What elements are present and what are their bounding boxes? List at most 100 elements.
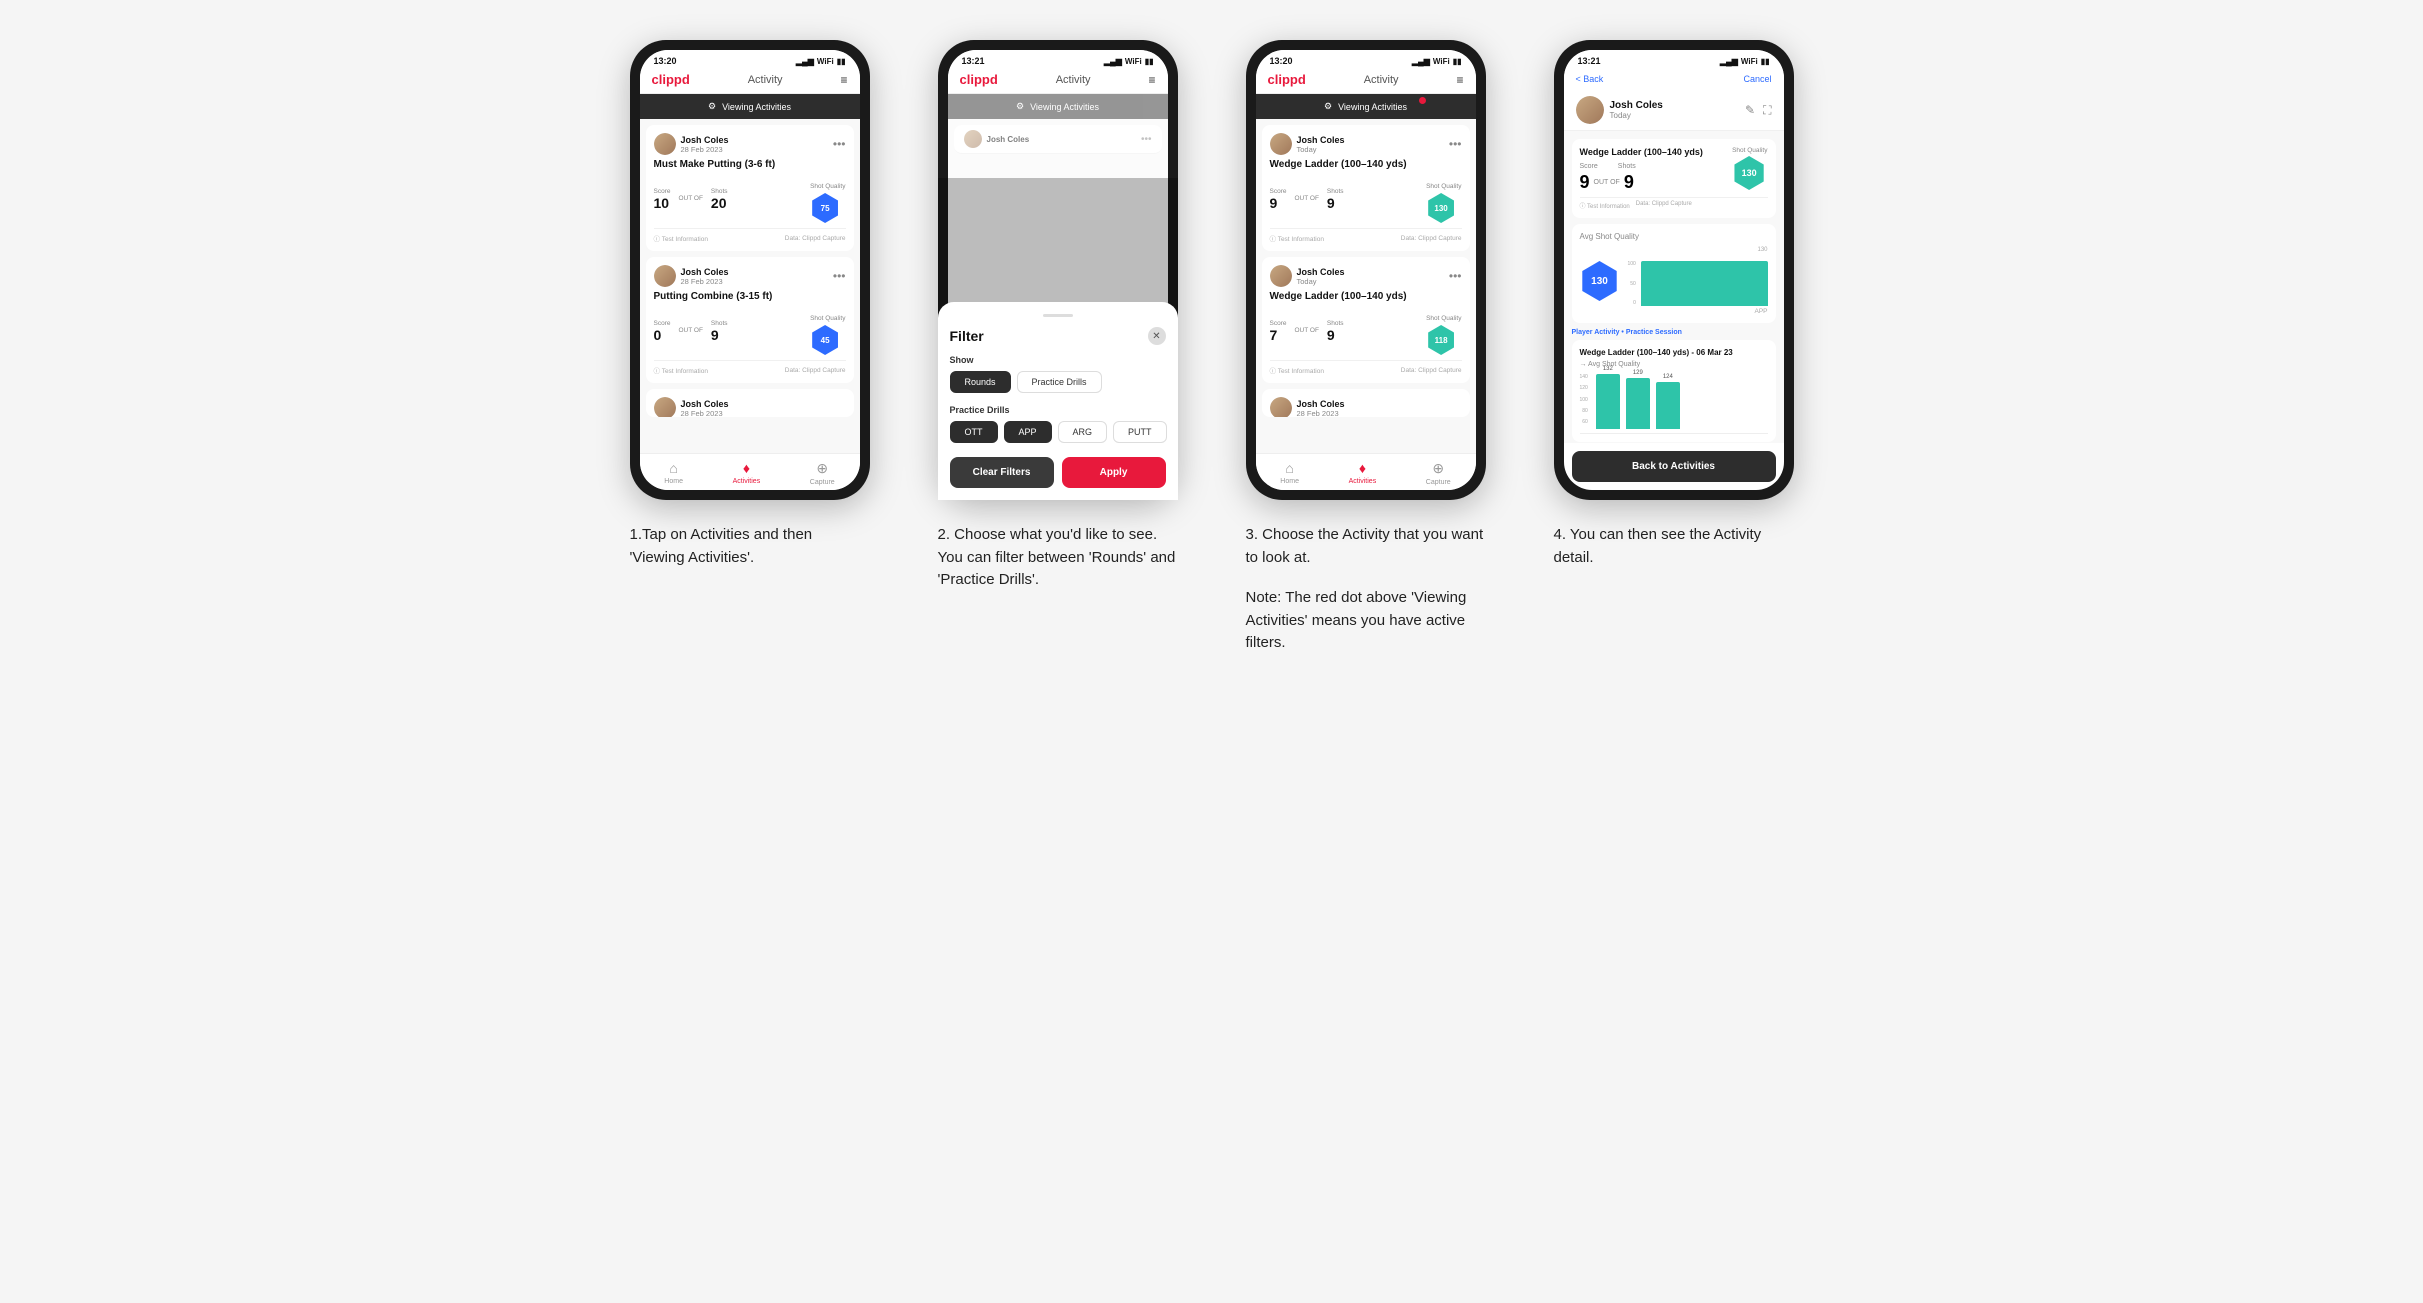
activity-item-1-1[interactable]: Josh Coles 28 Feb 2023 ••• Must Make Put…	[646, 125, 854, 251]
activity-user-3-2: Josh Coles Today	[1270, 265, 1345, 287]
info-1-1: ⓘ Test Information	[654, 233, 708, 243]
activity-list-1: Josh Coles 28 Feb 2023 ••• Must Make Put…	[640, 119, 860, 453]
putt-pill[interactable]: PUTT	[1113, 421, 1167, 443]
phone-1-frame: 13:20 ▂▄▆ WiFi ▮▮ clippd Activity ≡ ⚙	[630, 40, 870, 500]
detail-content-4: Wedge Ladder (100–140 yds) Score Shots 9…	[1564, 131, 1784, 443]
dots-menu-1-2[interactable]: •••	[833, 269, 846, 283]
nav-capture-3[interactable]: ⊕ Capture	[1426, 460, 1451, 486]
sq-badge-large-4: 130	[1580, 261, 1620, 301]
clear-filters-button[interactable]: Clear Filters	[950, 457, 1054, 488]
ott-pill[interactable]: OTT	[950, 421, 998, 443]
rounds-pill[interactable]: Rounds	[950, 371, 1011, 393]
battery-icon-3: ▮▮	[1453, 57, 1462, 66]
dots-menu-3-1[interactable]: •••	[1449, 137, 1462, 151]
app-pill[interactable]: APP	[1004, 421, 1052, 443]
shots-val-1-2: 9	[711, 327, 728, 343]
back-to-activities-button-4[interactable]: Back to Activities	[1572, 451, 1776, 482]
dots-menu-3-2[interactable]: •••	[1449, 269, 1462, 283]
caption-3-wrapper: 3. Choose the Activity that you want to …	[1246, 524, 1486, 655]
nav-home-1[interactable]: ⌂ Home	[664, 460, 683, 486]
score-val-3-1: 9	[1270, 195, 1287, 211]
user-date-3-1: Today	[1297, 145, 1345, 154]
activity-item-1-2[interactable]: Josh Coles 28 Feb 2023 ••• Putting Combi…	[646, 257, 854, 383]
app-logo-1: clippd	[652, 72, 690, 87]
app-logo-3: clippd	[1268, 72, 1306, 87]
shots-val-1-1: 20	[711, 195, 728, 211]
user-date-1-2: 28 Feb 2023	[681, 277, 729, 286]
wedge-chart-title-4: Wedge Ladder (100–140 yds) - 06 Mar 23	[1580, 348, 1768, 357]
activity-item-3-1[interactable]: Josh Coles Today ••• Wedge Ladder (100–1…	[1262, 125, 1470, 251]
sq-label-3-1: Shot Quality	[1426, 183, 1461, 190]
detail-score-label-4: Score	[1580, 163, 1598, 170]
battery-icon: ▮▮	[837, 57, 846, 66]
pencil-icon-4[interactable]: ✎	[1745, 103, 1755, 117]
cancel-button-4[interactable]: Cancel	[1743, 74, 1771, 84]
avatar-4	[1576, 96, 1604, 124]
filter-modal: Filter ✕ Show Rounds Practice Drills Pra…	[948, 302, 1168, 490]
activity-title-3-2: Wedge Ladder (100–140 yds)	[1270, 291, 1462, 302]
activity-item-1-3: Josh Coles 28 Feb 2023	[646, 389, 854, 417]
hamburger-icon-2[interactable]: ≡	[1148, 73, 1155, 87]
apply-button[interactable]: Apply	[1062, 457, 1166, 488]
data-source-3-2: Data: Clippd Capture	[1401, 367, 1462, 374]
phone-4-screen: 13:21 ▂▄▆ WiFi ▮▮ < Back Cancel	[1564, 50, 1784, 490]
data-source-1-2: Data: Clippd Capture	[785, 367, 846, 374]
app-title-1: Activity	[748, 74, 783, 86]
info-3-1: ⓘ Test Information	[1270, 233, 1324, 243]
activity-item-3-2[interactable]: Josh Coles Today ••• Wedge Ladder (100–1…	[1262, 257, 1470, 383]
app-header-2: clippd Activity ≡	[948, 68, 1168, 94]
battery-icon-4: ▮▮	[1761, 57, 1770, 66]
practice-drills-pill[interactable]: Practice Drills	[1017, 371, 1102, 393]
caption-3-main: 3. Choose the Activity that you want to …	[1246, 524, 1486, 569]
expand-icon-4[interactable]: ⛶	[1763, 103, 1771, 118]
caption-3-note: Note: The red dot above 'Viewing Activit…	[1246, 587, 1486, 655]
viewing-activities-bar-1[interactable]: ⚙ Viewing Activities	[640, 94, 860, 119]
home-label-3: Home	[1280, 478, 1299, 485]
wedge-bar-1: 132	[1596, 366, 1620, 429]
drill-pills: OTT APP ARG PUTT	[950, 421, 1166, 443]
capture-label-3: Capture	[1426, 479, 1451, 486]
sq-label-1-2: Shot Quality	[810, 315, 845, 322]
arg-pill[interactable]: ARG	[1058, 421, 1108, 443]
phone-2-column: 13:21 ▂▄▆ WiFi ▮▮ clippd Activity ≡ ⚙	[920, 40, 1196, 592]
shots-label-3-2: Shots	[1327, 320, 1344, 327]
shots-label-1-1: Shots	[711, 188, 728, 195]
wedge-bars-4: 1401201008060 132 129 124	[1580, 374, 1768, 434]
nav-activities-1[interactable]: ♦ Activities	[733, 460, 761, 486]
avatar-1-1	[654, 133, 676, 155]
nav-capture-1[interactable]: ⊕ Capture	[810, 460, 835, 486]
shots-label-1-2: Shots	[711, 320, 728, 327]
activity-title-1-1: Must Make Putting (3-6 ft)	[654, 159, 846, 170]
user-date-1-1: 28 Feb 2023	[681, 145, 729, 154]
phone-2-screen: 13:21 ▂▄▆ WiFi ▮▮ clippd Activity ≡ ⚙	[948, 50, 1168, 490]
sq-badge-1-1: 75	[810, 193, 840, 223]
detail-header-4: < Back Cancel	[1564, 68, 1784, 90]
viewing-activities-bar-3[interactable]: ⚙ Viewing Activities	[1256, 94, 1476, 119]
data-source-3-1: Data: Clippd Capture	[1401, 235, 1462, 242]
detail-drill-title-4: Wedge Ladder (100–140 yds)	[1580, 147, 1703, 157]
hamburger-icon-3[interactable]: ≡	[1456, 73, 1463, 87]
caption-4: 4. You can then see the Activity detail.	[1554, 524, 1794, 569]
activity-user-3-1: Josh Coles Today	[1270, 133, 1345, 155]
back-button-4[interactable]: < Back	[1576, 74, 1604, 84]
detail-info-4: ⓘ Test Information	[1580, 201, 1630, 210]
home-icon-3: ⌂	[1285, 460, 1293, 476]
avatar-1-2	[654, 265, 676, 287]
score-val-1-2: 0	[654, 327, 671, 343]
detail-user-bar-4: Josh Coles Today ✎ ⛶	[1564, 90, 1784, 131]
activity-title-1-2: Putting Combine (3-15 ft)	[654, 291, 846, 302]
activities-label-3: Activities	[1349, 478, 1377, 485]
dots-menu-1-1[interactable]: •••	[833, 137, 846, 151]
status-icons-2: ▂▄▆ WiFi ▮▮	[1104, 57, 1154, 66]
score-label-3-2: Score	[1270, 320, 1287, 327]
modal-actions: Clear Filters Apply	[950, 457, 1166, 488]
hamburger-icon-1[interactable]: ≡	[840, 73, 847, 87]
user-name-1-3: Josh Coles	[681, 399, 729, 409]
nav-home-3[interactable]: ⌂ Home	[1280, 460, 1299, 486]
score-label-3-1: Score	[1270, 188, 1287, 195]
sq-label-3-2: Shot Quality	[1426, 315, 1461, 322]
app-logo-2: clippd	[960, 72, 998, 87]
nav-activities-3[interactable]: ♦ Activities	[1349, 460, 1377, 486]
close-button[interactable]: ✕	[1148, 327, 1166, 345]
activities-icon-1: ♦	[743, 460, 750, 476]
